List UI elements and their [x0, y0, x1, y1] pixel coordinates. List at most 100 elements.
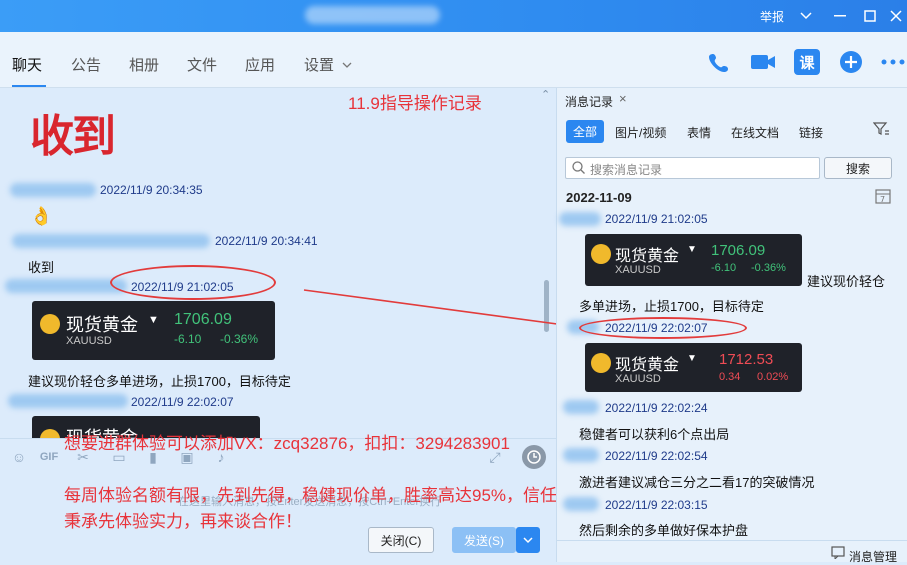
sender-name-blurred	[563, 448, 599, 462]
quote-symbol: XAUUSD	[66, 335, 112, 347]
tab-apps[interactable]: 应用	[245, 54, 275, 75]
sender-name-blurred	[5, 279, 127, 293]
search-icon	[572, 161, 585, 177]
gold-quote-card[interactable]: 现货黄金 ▼ XAUUSD 1706.09 -6.10 -0.36%	[32, 301, 275, 360]
overlay-contact-line: 想要进群体验可以添加VX：zcq32876，扣扣：3294283901	[64, 434, 510, 453]
ok-emoji: 👌	[30, 206, 53, 226]
history-close-icon[interactable]: ×	[619, 91, 627, 106]
filter-media[interactable]: 图片/视频	[615, 124, 666, 141]
gold-coin-icon	[40, 314, 60, 334]
filter-stickers[interactable]: 表情	[687, 124, 711, 141]
gold-coin-icon	[591, 244, 611, 264]
menu-chevron-icon[interactable]	[794, 0, 818, 32]
history-timestamp: 2022/11/9 21:02:05	[605, 212, 708, 226]
filter-all[interactable]: 全部	[566, 120, 605, 143]
quote-change-pct: -0.36%	[220, 332, 259, 346]
gold-coin-icon	[591, 353, 611, 373]
overlay-title: 11.9指导操作记录	[348, 94, 482, 113]
gif-icon[interactable]: GIF	[40, 448, 58, 466]
history-message: 激进者建议减仓三分之二看17的突破情况	[579, 475, 815, 490]
report-link[interactable]: 举报	[760, 8, 784, 25]
search-button[interactable]: 搜索	[824, 157, 892, 179]
history-message: 多单进场，止损1700，目标待定	[579, 299, 764, 314]
filter-icon[interactable]	[872, 122, 889, 139]
emoji-icon[interactable]: ☺	[10, 448, 28, 466]
settings-chevron-icon[interactable]	[342, 57, 352, 72]
title-bar: 举报	[0, 0, 907, 32]
annotation-circle	[110, 265, 276, 300]
lesson-button[interactable]: 课	[794, 49, 820, 75]
history-gold-card[interactable]: 现货黄金 ▼ XAUUSD 1712.53 0.34 0.02%	[585, 343, 802, 392]
quote-symbol: XAUUSD	[615, 264, 661, 276]
history-message: 稳健者可以获利6个点出局	[579, 427, 730, 442]
quote-change-pct: 0.02%	[757, 371, 789, 383]
chat-message-area[interactable]: 收到 2022/11/9 20:34:35 👌 2022/11/9 20:34:…	[0, 88, 556, 438]
collapse-chevron-icon[interactable]: ⌃	[541, 88, 550, 101]
active-tab-indicator	[12, 85, 46, 87]
calendar-icon[interactable]: 7	[875, 188, 891, 207]
filter-links[interactable]: 链接	[799, 124, 823, 141]
dropdown-caret-icon: ▼	[148, 314, 159, 326]
close-button[interactable]: 关闭(C)	[368, 527, 434, 553]
video-call-icon[interactable]	[750, 49, 776, 75]
annotation-circle	[579, 317, 747, 339]
dropdown-caret-icon: ▼	[687, 353, 697, 364]
sender-name-blurred	[559, 212, 601, 226]
filter-docs[interactable]: 在线文档	[731, 124, 779, 141]
phone-call-icon[interactable]	[706, 49, 732, 75]
quote-name: 现货黄金	[615, 248, 680, 265]
sticker-received: 收到	[30, 111, 116, 162]
overlay-promo-line-2: 秉承先体验实力，再来谈合作！	[64, 512, 302, 531]
quote-change-pct: -0.36%	[751, 262, 786, 274]
history-timestamp: 2022/11/9 22:02:24	[605, 401, 708, 415]
tab-album[interactable]: 相册	[129, 54, 159, 75]
history-clock-icon[interactable]	[522, 445, 546, 469]
quote-price: 1706.09	[711, 242, 766, 259]
search-placeholder: 搜索消息记录	[590, 163, 663, 177]
sender-name-blurred	[12, 234, 210, 248]
message-text: 收到	[28, 260, 55, 275]
quote-price: 1712.53	[719, 351, 774, 368]
message-text: 建议现价轻仓多单进场，止损1700，目标待定	[28, 374, 291, 389]
group-title-blurred	[305, 6, 440, 24]
add-icon[interactable]	[838, 49, 864, 75]
sender-name-blurred	[563, 497, 599, 511]
gold-coin-icon	[40, 429, 60, 438]
history-panel: 消息记录 × 全部 图片/视频 表情 在线文档 链接 搜索消息记录 搜索 202…	[556, 88, 907, 565]
history-timestamp: 2022/11/9 22:03:15	[605, 498, 708, 512]
quote-price: 1706.09	[174, 311, 232, 328]
quote-change: -6.10	[174, 332, 202, 346]
history-message: 然后剩余的多单做好保本护盘	[579, 523, 749, 538]
history-message: 建议现价轻仓	[807, 274, 886, 289]
minimize-icon[interactable]	[828, 0, 852, 32]
svg-text:7: 7	[880, 195, 885, 204]
tab-settings[interactable]: 设置	[304, 54, 334, 75]
history-timestamp: 2022/11/9 22:02:54	[605, 449, 708, 463]
sender-name-blurred	[8, 394, 128, 408]
search-input[interactable]: 搜索消息记录	[565, 157, 820, 179]
history-gold-card[interactable]: 现货黄金 ▼ XAUUSD 1706.09 -6.10 -0.36%	[585, 234, 802, 286]
message-timestamp: 2022/11/9 22:02:07	[131, 395, 234, 409]
send-button[interactable]: 发送(S)	[452, 527, 516, 553]
tab-chat[interactable]: 聊天	[12, 54, 42, 75]
quote-symbol: XAUUSD	[615, 373, 661, 385]
quote-name: 现货黄金	[66, 315, 138, 335]
quote-change: 0.34	[719, 371, 741, 383]
quote-change: -6.10	[711, 262, 737, 274]
sender-name-blurred	[10, 183, 96, 197]
message-timestamp: 2022/11/9 20:34:35	[100, 183, 203, 197]
send-options-chevron-icon[interactable]	[516, 527, 540, 553]
quote-name: 现货黄金	[615, 357, 680, 374]
history-tab[interactable]: 消息记录	[565, 93, 613, 110]
tab-announcement[interactable]: 公告	[71, 54, 101, 75]
close-icon[interactable]	[884, 0, 907, 32]
more-icon[interactable]	[880, 49, 906, 75]
sender-name-blurred	[563, 400, 599, 414]
message-manage-icon[interactable]	[831, 546, 845, 562]
message-manage-link[interactable]: 消息管理	[849, 548, 897, 565]
maximize-icon[interactable]	[858, 0, 882, 32]
history-date: 2022-11-09	[566, 190, 632, 205]
tab-files[interactable]: 文件	[187, 54, 217, 75]
dropdown-caret-icon: ▼	[687, 244, 697, 255]
message-timestamp: 2022/11/9 20:34:41	[215, 234, 318, 248]
